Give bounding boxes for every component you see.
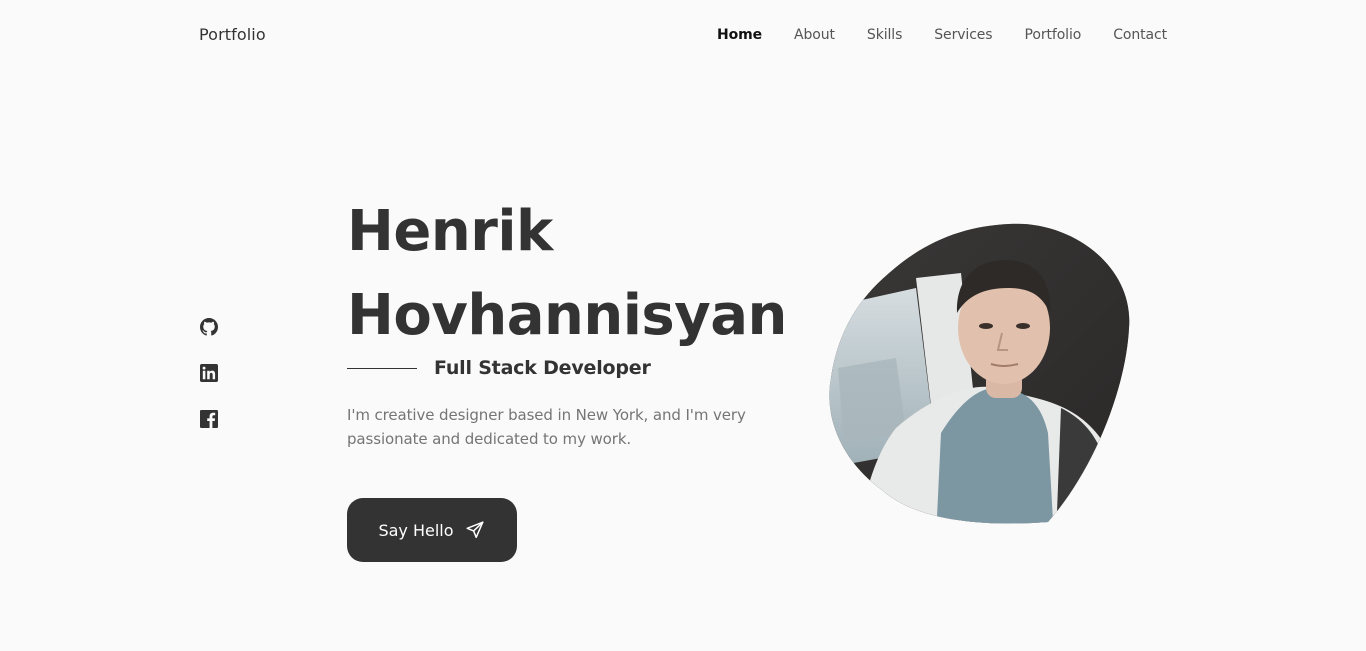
- say-hello-label: Say Hello: [378, 520, 454, 540]
- main-nav: Home About Skills Services Portfolio Con…: [717, 27, 1167, 43]
- hero-subtitle: Full Stack Developer: [434, 357, 651, 379]
- nav-home[interactable]: Home: [717, 27, 762, 43]
- page: Portfolio Home About Skills Services Por…: [0, 0, 1366, 651]
- social-links: [200, 318, 218, 428]
- site-header: Portfolio Home About Skills Services Por…: [0, 0, 1366, 72]
- nav-portfolio[interactable]: Portfolio: [1025, 27, 1082, 43]
- nav-skills[interactable]: Skills: [867, 27, 902, 43]
- github-icon: [200, 318, 218, 336]
- brand-logo[interactable]: Portfolio: [199, 25, 266, 44]
- github-link[interactable]: [200, 318, 218, 336]
- nav-contact[interactable]: Contact: [1113, 27, 1167, 43]
- hero-first-name: Henrik: [347, 199, 553, 264]
- linkedin-icon: [200, 364, 218, 382]
- hero-title: Henrik Hovhannisyan: [347, 190, 797, 358]
- say-hello-button[interactable]: Say Hello: [347, 498, 517, 562]
- hero-last-name: Hovhannisyan: [347, 283, 787, 348]
- nav-about[interactable]: About: [794, 27, 835, 43]
- send-icon: [466, 521, 484, 539]
- facebook-icon: [200, 410, 218, 428]
- nav-services[interactable]: Services: [934, 27, 992, 43]
- hero-subtitle-row: Full Stack Developer: [347, 357, 651, 379]
- profile-photo-blob: [829, 223, 1130, 524]
- linkedin-link[interactable]: [200, 364, 218, 382]
- hero-description: I'm creative designer based in New York,…: [347, 406, 746, 448]
- subtitle-divider: [347, 367, 417, 369]
- profile-photo: [826, 218, 1136, 528]
- facebook-link[interactable]: [200, 410, 218, 428]
